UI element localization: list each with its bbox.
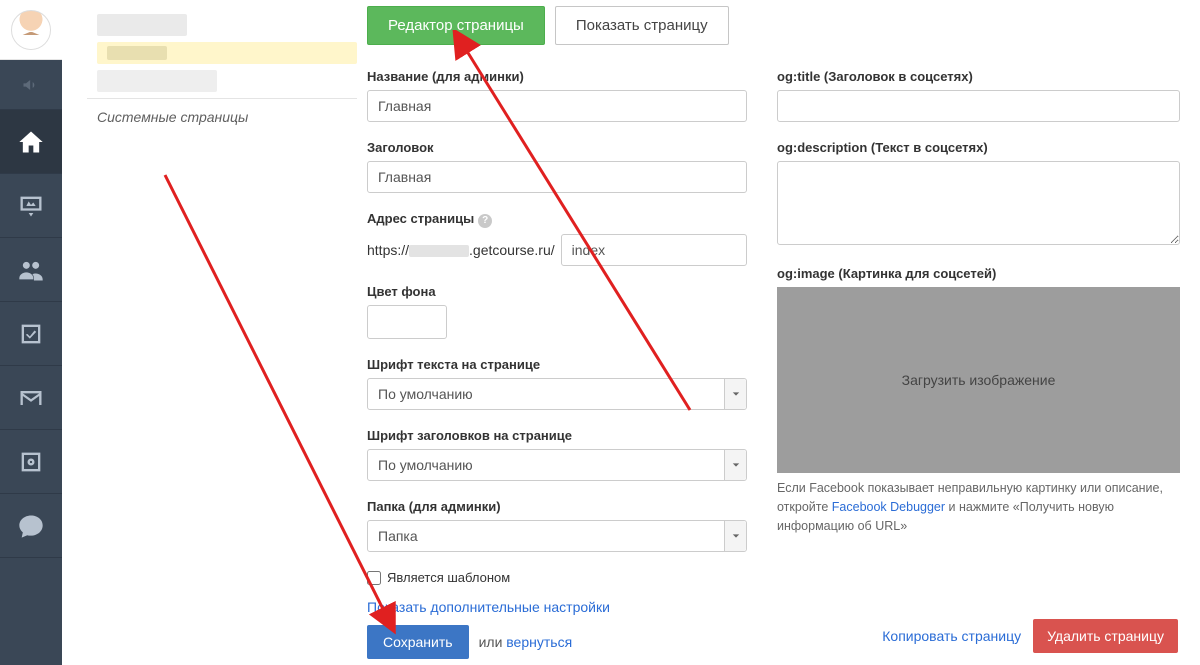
textarea-og-description[interactable]	[777, 161, 1180, 245]
label-heading: Заголовок	[367, 140, 747, 155]
nav-presentation[interactable]	[0, 174, 62, 238]
select-folder[interactable]: Папка	[367, 520, 747, 552]
blurred-item	[97, 14, 187, 36]
label-og-description: og:description (Текст в соцсетях)	[777, 140, 1180, 155]
select-font-text[interactable]: По умолчанию	[367, 378, 747, 410]
nav-users[interactable]	[0, 238, 62, 302]
checkbox-is-template[interactable]	[367, 571, 381, 585]
input-bgcolor[interactable]	[367, 305, 447, 339]
tab-show-page[interactable]: Показать страницу	[555, 6, 729, 45]
home-icon	[17, 128, 45, 156]
megaphone-icon	[21, 75, 41, 95]
checkbox-icon	[17, 320, 45, 348]
checkbox-is-template-label: Является шаблоном	[387, 570, 510, 585]
nav-iconbar	[0, 0, 62, 665]
url-prefix: https://.getcourse.ru/	[367, 242, 555, 258]
presentation-icon	[17, 192, 45, 220]
og-image-upload[interactable]: Загрузить изображение	[777, 287, 1180, 473]
safe-icon	[17, 448, 45, 476]
label-og-title: og:title (Заголовок в соцсетях)	[777, 69, 1180, 84]
save-button[interactable]: Сохранить	[367, 625, 469, 659]
nav-safe[interactable]	[0, 430, 62, 494]
nav-tasks[interactable]	[0, 302, 62, 366]
chat-icon	[17, 512, 45, 540]
input-heading[interactable]	[367, 161, 747, 193]
label-font-heading: Шрифт заголовков на странице	[367, 428, 747, 443]
input-url-slug[interactable]	[561, 234, 747, 266]
or-text: или вернуться	[479, 634, 573, 650]
input-og-title[interactable]	[777, 90, 1180, 122]
delete-page-button[interactable]: Удалить страницу	[1033, 619, 1178, 653]
user-avatar[interactable]	[0, 0, 62, 60]
link-show-more-settings[interactable]: Показать дополнительные настройки	[367, 599, 610, 615]
page-list-sidebar: Системные страницы	[62, 0, 367, 665]
system-pages-link[interactable]: Системные страницы	[97, 109, 367, 125]
active-page-item[interactable]	[97, 42, 357, 64]
input-title-admin[interactable]	[367, 90, 747, 122]
tab-editor[interactable]: Редактор страницы	[367, 6, 545, 45]
link-copy-page[interactable]: Копировать страницу	[882, 628, 1021, 644]
help-icon[interactable]: ?	[478, 214, 492, 228]
users-icon	[17, 256, 45, 284]
mail-icon	[17, 384, 45, 412]
label-bgcolor: Цвет фона	[367, 284, 747, 299]
link-back[interactable]: вернуться	[506, 634, 572, 650]
checkbox-is-template-row[interactable]: Является шаблоном	[367, 570, 747, 585]
nav-mail[interactable]	[0, 366, 62, 430]
label-title-admin: Название (для админки)	[367, 69, 747, 84]
label-url: Адрес страницы?	[367, 211, 747, 228]
label-font-text: Шрифт текста на странице	[367, 357, 747, 372]
select-font-heading[interactable]: По умолчанию	[367, 449, 747, 481]
link-facebook-debugger[interactable]: Facebook Debugger	[832, 500, 945, 514]
nav-home[interactable]	[0, 110, 62, 174]
nav-speaker[interactable]	[0, 60, 62, 110]
nav-chat[interactable]	[0, 494, 62, 558]
divider	[87, 98, 357, 99]
label-folder: Папка (для админки)	[367, 499, 747, 514]
label-og-image: og:image (Картинка для соцсетей)	[777, 266, 1180, 281]
main-content: Редактор страницы Показать страницу Назв…	[367, 0, 1200, 665]
og-facebook-help: Если Facebook показывает неправильную ка…	[777, 479, 1180, 535]
blurred-item	[97, 70, 217, 92]
